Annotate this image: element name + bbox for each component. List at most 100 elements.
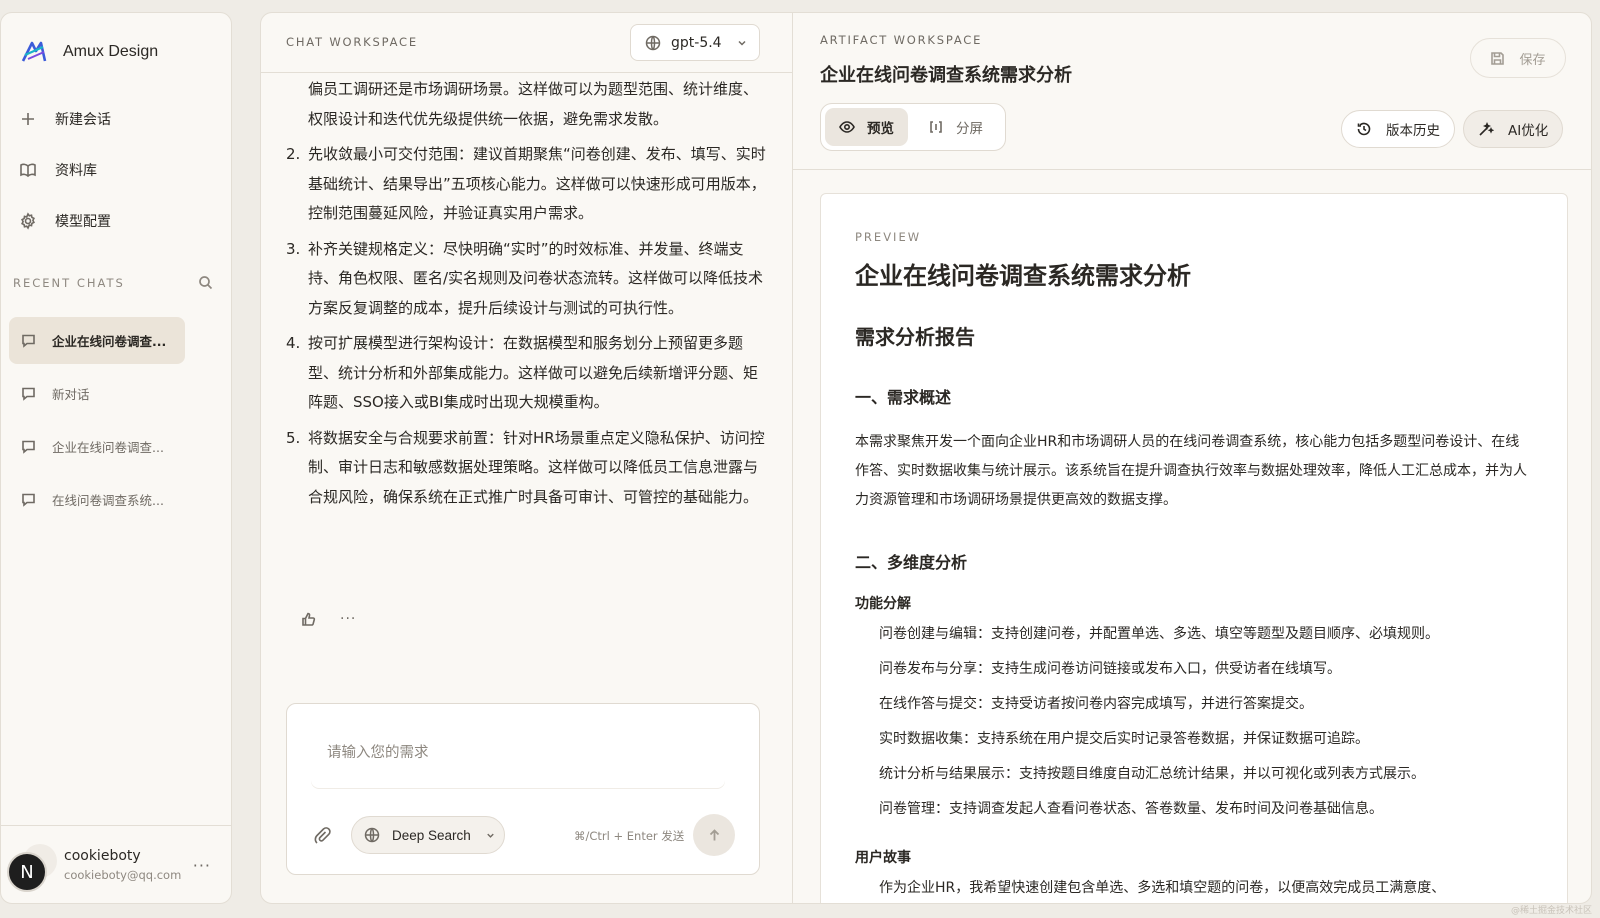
code-icon [930,121,942,133]
section-heading: 二、多维度分析 [855,553,968,572]
artifact-title: 企业在线问卷调查系统需求分析 [820,65,1072,86]
send-shortcut-hint: ⌘/Ctrl + Enter 发送 [574,829,685,843]
ai-optimize-button[interactable]: AI优化 [1463,110,1564,148]
recent-chat-item[interactable]: 企业在线问卷调查... [9,317,185,364]
report-heading: 需求分析报告 [855,325,975,349]
save-icon [1491,51,1505,65]
amux-logo-icon [21,41,47,62]
list-text: 按可扩展模型进行架构设计：在数据模型和服务划分上预留更多题型、统计分析和外部集成… [308,334,759,411]
chevron-down-icon [738,40,746,46]
artifact-workspace: ARTIFACT WORKSPACE 企业在线问卷调查系统需求分析 保存 预览 … [792,12,1592,904]
nav-library[interactable]: 资料库 [19,144,219,195]
section-heading: 一、需求概述 [855,388,952,407]
send-button[interactable] [693,814,735,856]
magic-wand-icon [1479,121,1494,136]
chevron-down-icon [487,833,494,838]
plus-icon [22,112,34,125]
overview-paragraph: 本需求聚焦开发一个面向企业HR和市场调研人员的在线问卷调查系统，核心能力包括多题… [855,434,1527,508]
divider [793,169,1591,170]
version-history-label: 版本历史 [1386,123,1440,139]
list-number: 3. [286,239,301,258]
list-item: 4. 按可扩展模型进行架构设计：在数据模型和服务划分上预留更多题型、统计分析和外部… [286,329,766,418]
save-label: 保存 [1519,52,1546,68]
subsection-heading: 功能分解 [855,596,911,612]
tab-preview[interactable]: 预览 [825,108,908,146]
book-icon [20,163,36,177]
prompt-input[interactable] [311,718,725,788]
model-name: gpt-5.4 [671,34,722,51]
nav-model-config[interactable]: 模型配置 [19,195,219,246]
message-list: 2. 先收敛最小可交付范围：建议首期聚焦“问卷创建、发布、填写、实时基础统计、结果… [286,140,766,512]
recent-chat-label: 企业在线问卷调查... [52,334,167,349]
function-item: 问卷创建与编辑：支持创建问卷，并配置单选、多选、填空等题型及题目顺序、必填规则。 [879,626,1439,642]
deep-search-select[interactable]: Deep Search [351,816,505,854]
function-item: 实时数据收集：支持系统在用户提交后实时记录答卷数据，并保证数据可追踪。 [879,731,1369,747]
gear-icon [21,211,35,230]
user-email: cookieboty@qq.com [64,868,182,882]
preview-kicker: PREVIEW [855,230,922,244]
nav-new-chat[interactable]: 新建会话 [19,93,219,144]
deep-search-label: Deep Search [392,827,471,843]
recent-chat-item[interactable]: 企业在线问卷调查... [9,423,185,470]
chat-bubble-icon [22,334,35,348]
recent-chat-label: 新对话 [52,387,90,402]
chat-bubble-icon [22,440,35,454]
recent-chat-label: 企业在线问卷调查... [52,440,164,455]
composer: Deep Search ⌘/Ctrl + Enter 发送 [286,703,760,875]
sidebar-nav: 新建会话 资料库 模型配置 [19,93,219,246]
list-text: 补齐关键规格定义：尽快明确“实时”的时效标准、并发量、终端支持、角色权限、匿名/… [308,239,764,317]
brand-name: Amux Design [63,43,159,60]
save-button[interactable]: 保存 [1470,38,1566,78]
search-icon[interactable] [198,275,213,290]
list-text: 将数据安全与合规要求前置：针对HR场景重点定义隐私保护、访问控制、审计日志和敏感… [308,428,765,506]
list-item: 5. 将数据安全与合规要求前置：针对HR场景重点定义隐私保护、访问控制、审计日志和… [286,424,766,513]
story-item: 作为企业HR，我希望快速创建包含单选、多选和填空题的问卷，以便高效完成员工满意度… [879,880,1446,896]
globe-icon [364,827,380,843]
list-item: 3. 补齐关键规格定义：尽快明确“实时”的时效标准、并发量、终端支持、角色权限、匿… [286,235,766,324]
recent-chat-item[interactable]: 在线问卷调查系统... [9,476,185,523]
message-paragraph: 偏员工调研还是市场调研场景。这样做可以为题型范围、统计维度、权限设计和迭代优先级… [308,80,759,128]
chat-workspace: CHAT WORKSPACE gpt-5.4 偏员工调研还是市场调研场景。这样做… [260,12,792,904]
nav-model-config-label: 模型配置 [55,213,111,230]
list-item: 2. 先收敛最小可交付范围：建议首期聚焦“问卷创建、发布、填写、实时基础统计、结果… [286,140,766,229]
sidebar: Amux Design 新建会话 资料库 模型配置 RECENT CHATS 企… [0,12,232,904]
subsection-heading: 用户故事 [855,850,911,866]
chat-workspace-label: CHAT WORKSPACE [286,35,418,49]
ai-optimize-label: AI优化 [1508,123,1549,139]
recent-chat-list: 企业在线问卷调查... 新对话 企业在线问卷调查... 在线问卷调查系统... [9,317,185,529]
tab-preview-label: 预览 [867,121,894,137]
list-number: 4. [286,334,301,352]
user-profile[interactable]: N cookieboty cookieboty@qq.com ··· [1,825,231,903]
function-item: 在线作答与提交：支持受访者按问卷内容完成填写，并进行答案提交。 [879,696,1313,712]
document-preview: PREVIEW 企业在线问卷调查系统需求分析 需求分析报告 一、需求概述 本需求… [820,193,1568,903]
message-more-button[interactable]: ··· [340,611,356,627]
avatar[interactable]: N [7,852,47,892]
recent-chat-item[interactable]: 新对话 [9,370,185,417]
document-title: 企业在线问卷调查系统需求分析 [855,262,1191,290]
tab-split-label: 分屏 [956,121,983,137]
view-mode-toggle: 预览 分屏 [820,103,1006,151]
chat-bubble-icon [22,387,35,401]
chat-bubble-icon [22,493,35,507]
list-text: 先收敛最小可交付范围：建议首期聚焦“问卷创建、发布、填写、实时基础统计、结果导出… [308,145,766,222]
brand[interactable]: Amux Design [19,37,158,67]
tab-split[interactable]: 分屏 [914,108,997,146]
recent-chats-title: RECENT CHATS [13,275,125,290]
chat-message: 偏员工调研还是市场调研场景。这样做可以为题型范围、统计维度、权限设计和迭代优先级… [286,75,766,518]
eye-icon [839,121,855,133]
model-select[interactable]: gpt-5.4 [630,24,760,61]
paperclip-icon[interactable] [313,826,331,844]
function-item: 问卷管理：支持调查发起人查看问卷状态、答卷数量、发布时间及问卷基础信息。 [879,801,1383,817]
list-number: 5. [286,428,301,447]
assistant-message: 偏员工调研还是市场调研场景。这样做可以为题型范围、统计维度、权限设计和迭代优先级… [286,75,766,512]
function-item: 统计分析与结果展示：支持按题目维度自动汇总统计结果，并以可视化或列表方式展示。 [879,766,1425,782]
watermark: @稀土掘金技术社区 [1510,906,1592,916]
globe-icon [645,35,661,50]
thumbs-up-icon[interactable] [301,612,316,627]
arrow-up-icon [709,828,719,840]
version-history-button[interactable]: 版本历史 [1341,110,1455,148]
list-number: 2. [286,145,301,163]
chat-header: CHAT WORKSPACE gpt-5.4 [261,13,792,73]
user-more-button[interactable]: ··· [193,856,211,875]
artifact-workspace-label: ARTIFACT WORKSPACE [820,33,983,47]
